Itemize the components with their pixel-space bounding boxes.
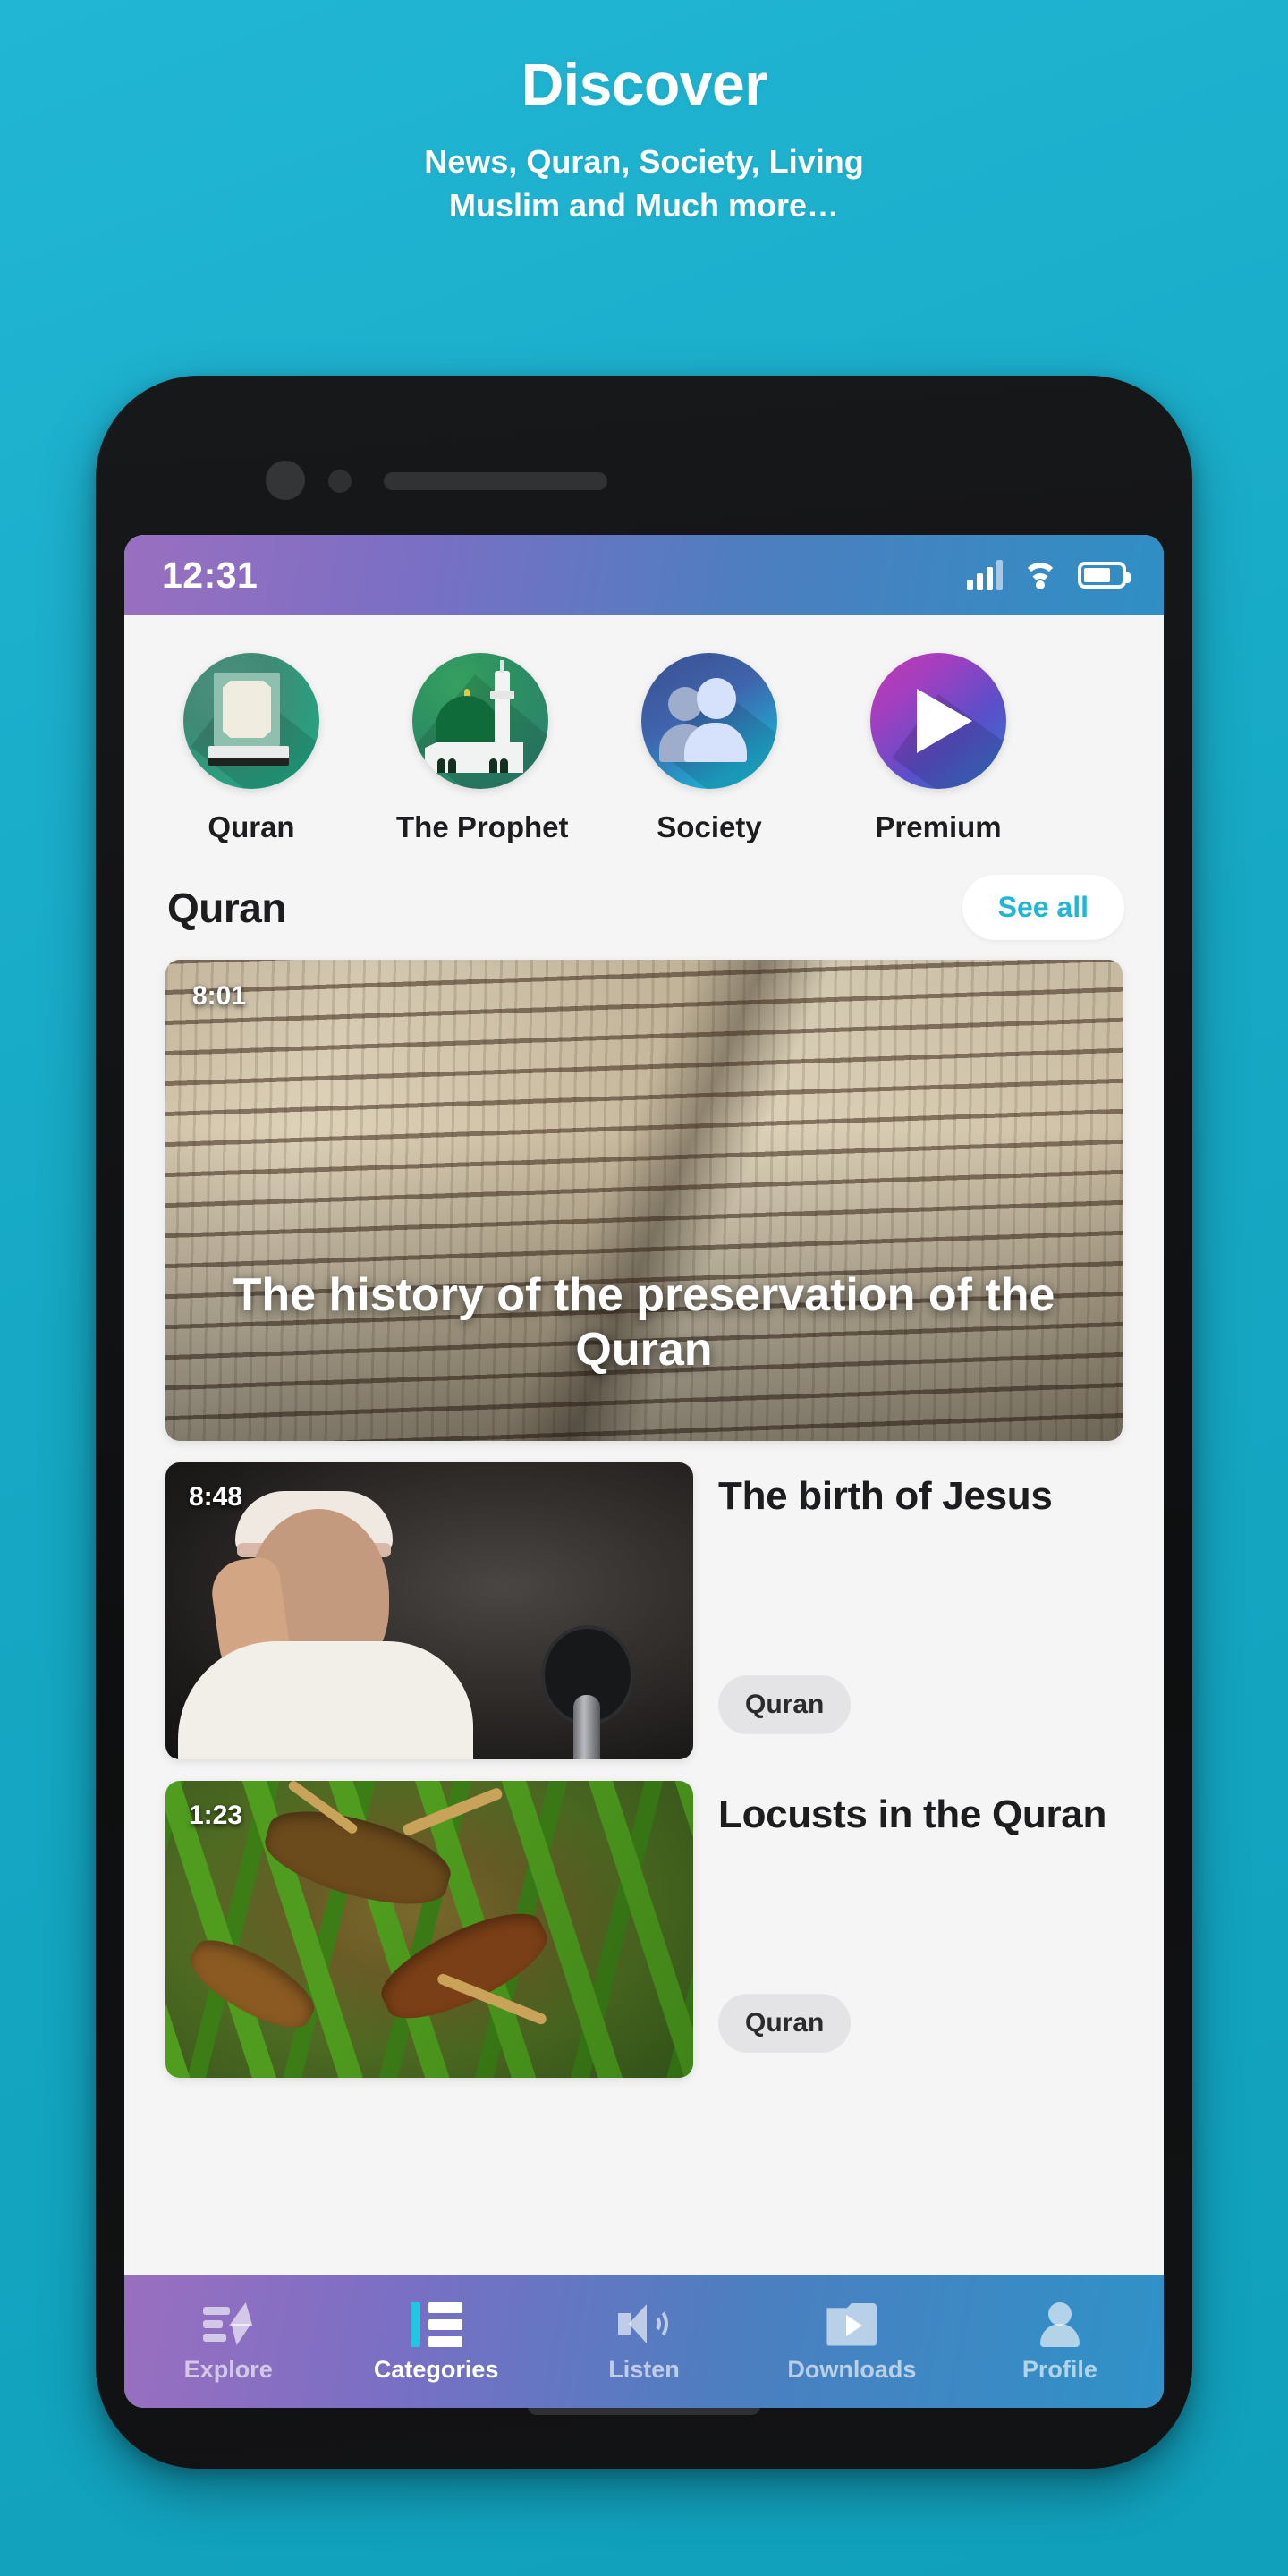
play-circle-icon [870,653,1006,789]
tab-label: Profile [1021,2355,1097,2383]
tab-explore[interactable]: Explore [124,2301,332,2384]
status-icons [967,560,1131,590]
people-icon [641,653,777,789]
tab-categories[interactable]: Categories [332,2301,539,2384]
profile-icon [956,2301,1164,2349]
sensor-icon [328,470,352,493]
mosque-icon [412,653,548,789]
hero-duration-badge: 8:01 [192,981,247,1011]
list-item-meta: The birth of Jesus Quran [693,1462,1123,1759]
hero-card[interactable]: 8:01 The history of the preservation of … [165,960,1123,1441]
quran-book-icon [183,653,319,789]
category-label: Society [657,810,762,843]
category-label: Quran [208,810,295,843]
list-item-tag[interactable]: Quran [718,1675,852,1734]
tab-label: Downloads [787,2355,917,2383]
tab-label: Listen [608,2355,680,2383]
list-item-meta: Locusts in the Quran Quran [693,1781,1123,2078]
list-item-title: Locusts in the Quran [718,1792,1107,1836]
app-content: Quran The Prophet Society Premium Quran … [124,615,1164,2275]
speaker-icon [540,2301,748,2349]
category-label: Premium [875,810,1002,843]
category-item-premium[interactable]: Premium [854,653,1022,844]
tab-profile[interactable]: Profile [956,2301,1164,2384]
status-time: 12:31 [162,554,258,596]
section-title: Quran [167,884,286,931]
status-bar: 12:31 [124,535,1164,615]
downloads-icon [748,2301,955,2349]
tab-label: Categories [373,2355,499,2383]
category-item-quran[interactable]: Quran [167,653,335,844]
duration-badge: 8:48 [189,1482,243,1512]
section-header: Quran See all [124,853,1164,960]
hero-title: The history of the preservation of the Q… [233,1269,1055,1376]
category-item-the-prophet[interactable]: The Prophet [396,653,569,844]
page-title: Discover [521,51,767,117]
list-item-title: The birth of Jesus [718,1474,1053,1518]
duration-badge: 1:23 [189,1801,243,1830]
earpiece-speaker [384,472,607,490]
category-item-society[interactable]: Society [625,653,793,844]
signal-icon [967,560,1003,590]
category-label: The Prophet [396,810,569,843]
promo-subtitle: News, Quran, Society, Living Muslim and … [0,140,1288,227]
categories-icon [332,2301,539,2349]
explore-icon [124,2301,332,2349]
tab-downloads[interactable]: Downloads [748,2301,955,2384]
phone-screen: 12:31 Quran The Prophet Society Premium … [124,535,1164,2408]
category-strip: Quran The Prophet Society Premium [124,615,1164,853]
tab-label: Explore [183,2355,273,2383]
list-item[interactable]: 1:23 Locusts in the Quran Quran [165,1781,1123,2078]
list-item-thumbnail[interactable]: 1:23 [165,1781,693,2078]
promo-subtitle-line-1: News, Quran, Society, Living [424,143,864,181]
list-item-tag[interactable]: Quran [718,1994,852,2053]
promo-subtitle-line-2: Muslim and Much more… [448,186,840,224]
tab-listen[interactable]: Listen [540,2301,748,2384]
battery-icon [1078,562,1131,589]
bottom-navigation: Explore Categories Listen Downloads Prof… [124,2275,1164,2408]
phone-mockup: 12:31 Quran The Prophet Society Premium … [96,376,1192,2469]
wifi-icon [1022,561,1058,589]
list-item-thumbnail[interactable]: 8:48 [165,1462,693,1759]
see-all-button[interactable]: See all [962,875,1124,940]
front-camera-icon [266,461,305,500]
promo-header: Discover News, Quran, Society, Living Mu… [0,0,1288,227]
list-item[interactable]: 8:48 The birth of Jesus Quran [165,1462,1123,1759]
